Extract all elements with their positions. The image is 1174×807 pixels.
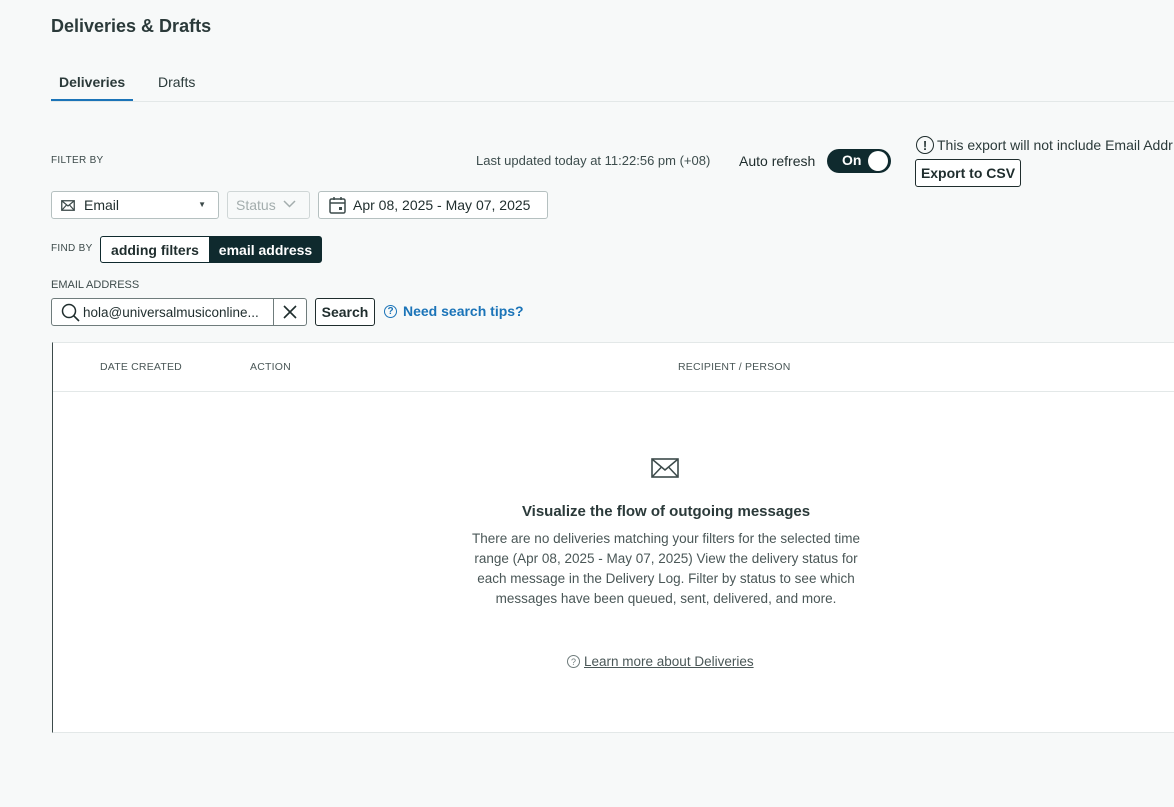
search-button[interactable]: Search (315, 298, 375, 326)
learn-more-text: Learn more about Deliveries (584, 654, 754, 669)
envelope-icon (61, 199, 75, 211)
export-note-text: This export will not include Email Addr (937, 137, 1173, 153)
search-tips-link[interactable]: ? Need search tips? (384, 303, 524, 319)
status-select[interactable]: Status (227, 191, 310, 219)
toggle-knob (868, 151, 888, 171)
email-search-input[interactable]: hola@universalmusiconline... (51, 298, 274, 326)
filter-by-label: FILTER BY (51, 155, 104, 166)
tab-deliveries[interactable]: Deliveries (51, 73, 134, 102)
last-updated-text: Last updated today at 11:22:56 pm (+08) (476, 153, 711, 168)
email-address-label: EMAIL ADDRESS (51, 279, 140, 291)
learn-more-link[interactable]: ? Learn more about Deliveries (567, 654, 754, 669)
channel-select[interactable]: Email ▼ (51, 191, 219, 219)
find-by-filters-option[interactable]: adding filters (100, 236, 210, 263)
email-search-value: hola@universalmusiconline... (83, 304, 259, 320)
table-header-divider (53, 391, 1174, 392)
help-icon: ? (567, 655, 580, 668)
date-range-picker[interactable]: Apr 08, 2025 - May 07, 2025 (318, 191, 548, 219)
status-select-placeholder: Status (236, 197, 276, 213)
close-icon (283, 305, 297, 319)
empty-state-body: There are no deliveries matching your fi… (472, 531, 860, 606)
search-icon (61, 303, 80, 322)
auto-refresh-label: Auto refresh (739, 153, 816, 169)
calendar-icon (329, 196, 346, 214)
empty-state-title: Visualize the flow of outgoing messages (521, 503, 811, 520)
channel-select-value: Email (84, 197, 120, 213)
caret-down-icon: ▼ (198, 200, 206, 209)
auto-refresh-toggle[interactable]: On (827, 149, 891, 173)
tab-drafts[interactable]: Drafts (158, 73, 195, 101)
export-csv-button[interactable]: Export to CSV (915, 159, 1021, 187)
find-by-label: FIND BY (51, 243, 93, 254)
page-title: Deliveries & Drafts (51, 16, 212, 36)
chevron-down-icon (283, 200, 296, 208)
date-range-value: Apr 08, 2025 - May 07, 2025 (353, 197, 531, 213)
export-note: ! This export will not include Email Add… (916, 136, 1173, 154)
tabs-divider (51, 101, 1174, 102)
info-icon: ! (916, 136, 934, 154)
column-header-recipient[interactable]: RECIPIENT / PERSON (678, 361, 791, 373)
help-icon: ? (384, 304, 397, 318)
toggle-state-label: On (842, 152, 862, 168)
column-header-action[interactable]: ACTION (250, 361, 291, 373)
column-header-date-created[interactable]: DATE CREATED (100, 361, 182, 373)
find-by-email-option[interactable]: email address (209, 236, 322, 263)
deliveries-table: DATE CREATED ACTION RECIPIENT / PERSON V… (52, 342, 1174, 733)
clear-search-button[interactable] (273, 298, 307, 326)
search-tips-text: Need search tips? (403, 303, 524, 319)
envelope-icon (651, 458, 679, 483)
